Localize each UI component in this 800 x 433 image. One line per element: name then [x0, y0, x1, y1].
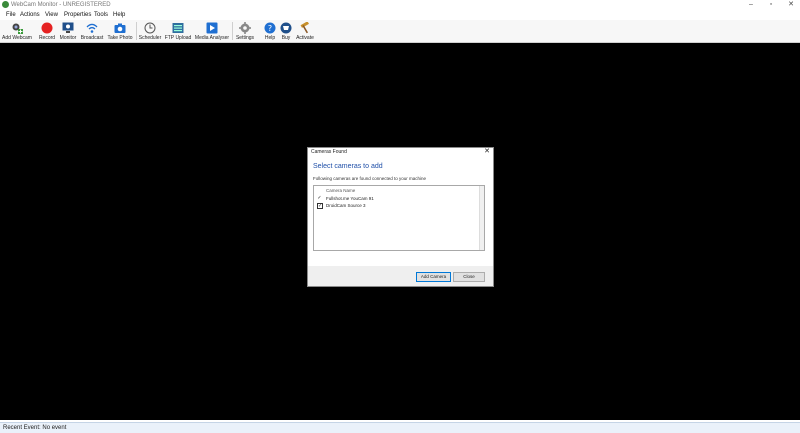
toolbar-separator — [136, 22, 137, 40]
buy-button[interactable]: Buy — [279, 21, 293, 41]
monitor-label: Monitor — [59, 35, 77, 41]
add-camera-button[interactable]: Add Camera — [416, 272, 451, 282]
add-webcam-icon — [12, 23, 23, 34]
camera-name: Fullshot.me YouCam 91 — [326, 196, 374, 201]
help-button[interactable]: ? Help — [263, 21, 277, 41]
activate-icon — [300, 22, 309, 34]
camera-list-scrollbar[interactable] — [479, 186, 484, 250]
dialog-description: Following cameras are found connected to… — [313, 176, 427, 181]
scheduler-button[interactable]: Scheduler — [138, 21, 162, 41]
window-title: WebCam Monitor - UNREGISTERED — [11, 2, 111, 8]
add-webcam-label: Add Webcam — [2, 35, 32, 41]
camera-checkbox[interactable]: ✓ — [317, 196, 322, 201]
buy-icon — [280, 22, 292, 34]
media-analyser-icon — [206, 22, 218, 34]
cameras-found-dialog: Cameras Found ✕ Select cameras to add Fo… — [307, 147, 494, 287]
ftp-upload-icon — [172, 23, 184, 33]
settings-label: Settings — [235, 35, 255, 41]
broadcast-button[interactable]: Broadcast — [80, 21, 104, 41]
menu-help[interactable]: Help — [113, 10, 125, 20]
status-bar: Recent Event: No event — [0, 422, 800, 433]
broadcast-icon — [86, 23, 98, 33]
add-webcam-button[interactable]: Add Webcam — [1, 21, 33, 41]
list-item[interactable]: ✓ Fullshot.me YouCam 91 — [316, 195, 476, 202]
monitor-button[interactable]: Monitor — [57, 21, 79, 41]
ftp-upload-label: FTP Upload — [164, 35, 192, 41]
menu-properties[interactable]: Properties — [64, 10, 91, 20]
list-item[interactable]: ✓ DroidCam Source 3 — [316, 202, 476, 209]
activate-label: Activate — [296, 35, 314, 41]
camera-list[interactable]: Camera Name ✓ Fullshot.me YouCam 91 ✓ Dr… — [313, 185, 485, 251]
scheduler-icon — [144, 22, 156, 34]
close-button[interactable]: Close — [453, 272, 485, 282]
camera-checkbox[interactable]: ✓ — [317, 203, 323, 209]
record-icon — [41, 22, 53, 34]
media-analyser-button[interactable]: Media Analyser — [193, 21, 231, 41]
toolbar-separator — [232, 22, 233, 40]
settings-button[interactable]: Settings — [234, 21, 256, 41]
menu-view[interactable]: View — [45, 10, 58, 20]
toolbar: Add Webcam Record Monitor Broadcast Take… — [0, 20, 800, 43]
svg-text:?: ? — [268, 24, 272, 33]
take-photo-label: Take Photo — [107, 35, 133, 41]
record-button[interactable]: Record — [37, 21, 57, 41]
help-label: Help — [264, 35, 276, 41]
camera-icon — [114, 23, 126, 33]
ftp-upload-button[interactable]: FTP Upload — [164, 21, 192, 41]
minimize-button[interactable]: – — [744, 0, 758, 10]
menu-tools[interactable]: Tools — [94, 10, 108, 20]
monitor-icon — [62, 22, 74, 33]
activate-button[interactable]: Activate — [294, 21, 316, 41]
menu-actions[interactable]: Actions — [20, 10, 40, 20]
broadcast-label: Broadcast — [80, 35, 104, 41]
close-window-button[interactable]: ✕ — [784, 0, 798, 10]
help-icon: ? — [264, 22, 276, 34]
camera-name: DroidCam Source 3 — [326, 203, 366, 208]
maximize-button[interactable]: ▫ — [764, 0, 778, 10]
take-photo-button[interactable]: Take Photo — [107, 21, 133, 41]
buy-label: Buy — [281, 35, 291, 41]
camera-list-header: Camera Name — [326, 188, 356, 193]
menu-bar: File Actions View Properties Tools Help — [0, 10, 800, 20]
dialog-heading: Select cameras to add — [313, 163, 383, 170]
record-label: Record — [38, 35, 56, 41]
dialog-close-icon[interactable]: ✕ — [484, 148, 490, 156]
title-bar: WebCam Monitor - UNREGISTERED – ▫ ✕ — [0, 0, 800, 10]
dialog-title: Cameras Found — [311, 149, 347, 155]
settings-icon — [239, 22, 251, 34]
menu-file[interactable]: File — [6, 10, 16, 20]
dialog-footer: Add Camera Close — [308, 266, 493, 286]
scheduler-label: Scheduler — [138, 35, 162, 41]
app-logo-icon — [2, 1, 9, 8]
media-analyser-label: Media Analyser — [194, 35, 230, 41]
